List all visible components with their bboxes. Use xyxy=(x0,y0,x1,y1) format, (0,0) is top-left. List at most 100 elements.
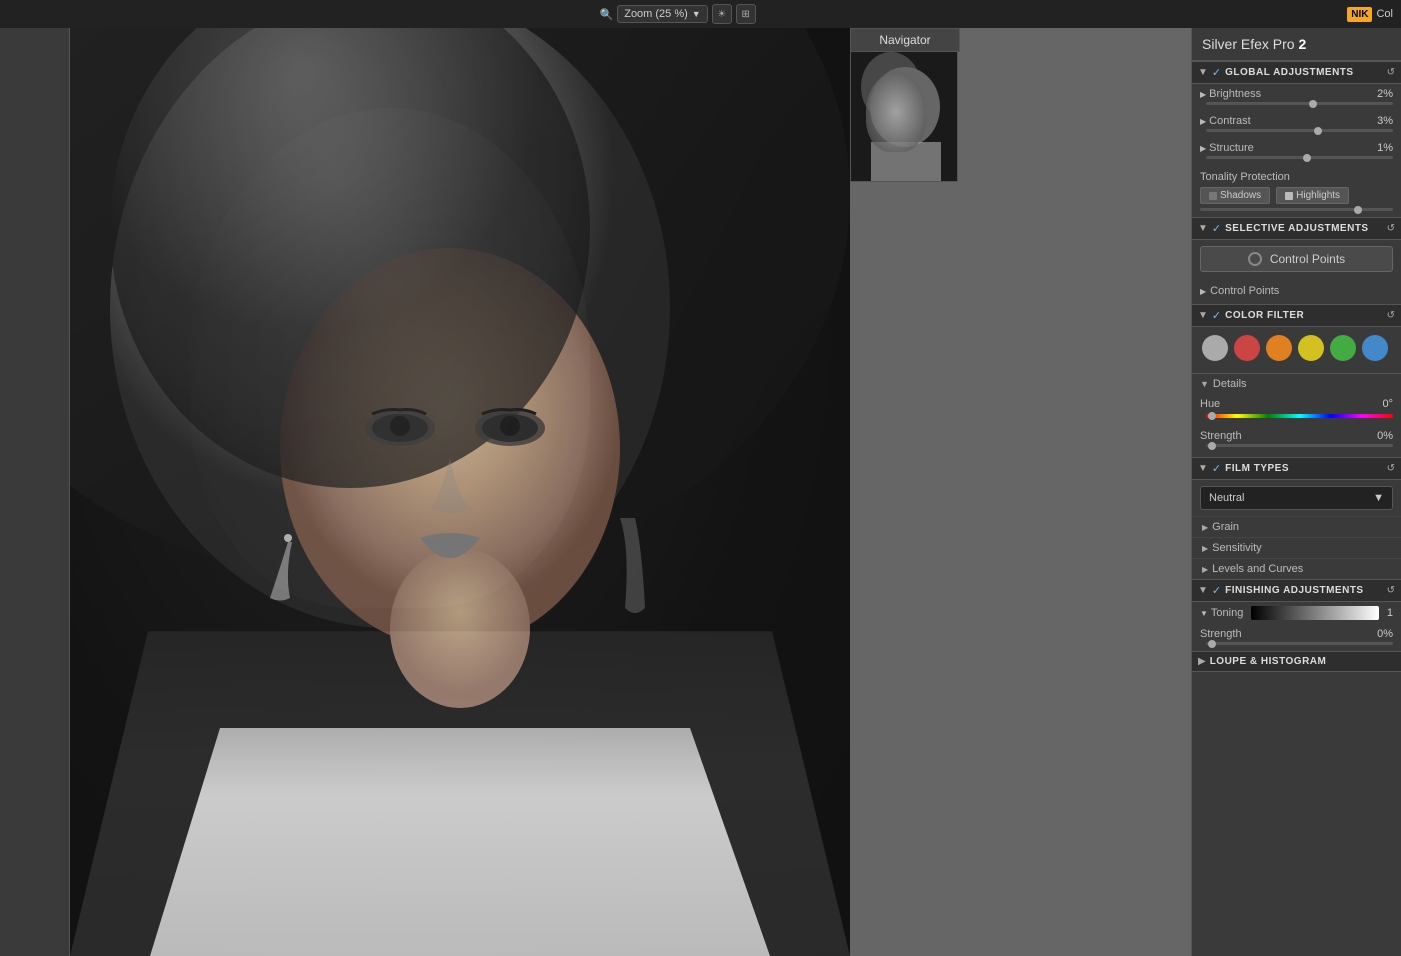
finishing-adjustments-header[interactable]: ▼ ✓ FINISHING ADJUSTMENTS ↺ xyxy=(1192,579,1401,602)
highlights-button[interactable]: Highlights xyxy=(1276,187,1349,204)
toning-strength-slider-thumb[interactable] xyxy=(1208,640,1216,648)
canvas-image xyxy=(70,28,850,956)
top-bar-right: NIK Col xyxy=(1347,7,1393,22)
sensitivity-expand-tri: ▶ xyxy=(1202,544,1208,553)
structure-slider-track[interactable] xyxy=(1206,156,1393,159)
main-layout: Navigator Silver Efex Pro 2 ▼ ✓ GLOBAL A… xyxy=(0,28,1401,956)
strength-slider-thumb[interactable] xyxy=(1208,442,1216,450)
navigator-panel: Navigator xyxy=(850,28,960,182)
sensitivity-expand-row[interactable]: ▶ Sensitivity xyxy=(1192,537,1401,558)
hue-slider-container xyxy=(1192,410,1401,426)
levels-curves-label: Levels and Curves xyxy=(1212,563,1303,575)
zoom-box[interactable]: Zoom (25 %) ▼ xyxy=(617,5,708,23)
film-type-selected: Neutral xyxy=(1209,492,1244,504)
levels-curves-expand-tri: ▶ xyxy=(1202,565,1208,574)
shadows-button[interactable]: Shadows xyxy=(1200,187,1270,204)
zoom-label: Zoom (25 %) xyxy=(624,8,688,20)
cp-expand-tri: ▶ xyxy=(1200,287,1206,296)
brightness-slider-container xyxy=(1192,100,1401,111)
control-points-expand: ▶ Control Points xyxy=(1192,278,1401,304)
cp-expand-label: Control Points xyxy=(1210,285,1279,297)
grain-expand-tri: ▶ xyxy=(1202,523,1208,532)
global-collapse-arrow: ▼ xyxy=(1198,67,1208,78)
contrast-slider-container xyxy=(1192,127,1401,138)
control-points-btn-label: Control Points xyxy=(1270,252,1345,266)
navigator-thumbnail xyxy=(850,52,958,182)
film-type-dropdown[interactable]: Neutral ▼ xyxy=(1200,486,1393,510)
toning-value: 1 xyxy=(1387,607,1393,619)
shadows-dot xyxy=(1209,192,1217,200)
toning-gradient-preview xyxy=(1251,606,1379,620)
structure-value: 1% xyxy=(1365,142,1393,154)
finishing-check-icon[interactable]: ✓ xyxy=(1212,584,1221,597)
swatch-yellow[interactable] xyxy=(1298,335,1324,361)
swatch-green[interactable] xyxy=(1330,335,1356,361)
film-types-collapse-arrow: ▼ xyxy=(1198,463,1208,474)
toning-strength-slider-track[interactable] xyxy=(1206,642,1393,645)
zoom-fit-button[interactable]: ☀ xyxy=(712,4,732,24)
details-arrow-icon: ▼ xyxy=(1200,379,1209,389)
brightness-row: ▶ Brightness 2% xyxy=(1192,84,1401,100)
grain-expand-row[interactable]: ▶ Grain xyxy=(1192,516,1401,537)
contrast-label: ▶ Contrast xyxy=(1200,115,1270,127)
structure-tri: ▶ xyxy=(1200,144,1206,153)
film-types-check-icon[interactable]: ✓ xyxy=(1212,462,1221,475)
add-control-point-button[interactable]: Control Points xyxy=(1200,246,1393,272)
details-section: ▼ Details Hue 0° Strength 0% xyxy=(1192,369,1401,457)
contrast-slider-thumb[interactable] xyxy=(1314,127,1322,135)
toning-strength-value: 0% xyxy=(1365,628,1393,640)
swatch-neutral[interactable] xyxy=(1202,335,1228,361)
right-panel: Silver Efex Pro 2 ▼ ✓ GLOBAL ADJUSTMENTS… xyxy=(1191,28,1401,956)
strength-value: 0% xyxy=(1365,430,1393,442)
color-filter-reset-button[interactable]: ↺ xyxy=(1387,310,1395,321)
film-types-header[interactable]: ▼ ✓ FILM TYPES ↺ xyxy=(1192,457,1401,480)
strength-slider-track[interactable] xyxy=(1206,444,1393,447)
hue-slider-thumb[interactable] xyxy=(1208,412,1216,420)
film-types-reset-button[interactable]: ↺ xyxy=(1387,463,1395,474)
control-points-expand-row[interactable]: ▶ Control Points xyxy=(1200,282,1393,300)
color-filter-collapse-arrow: ▼ xyxy=(1198,310,1208,321)
highlights-dot xyxy=(1285,192,1293,200)
swatch-orange[interactable] xyxy=(1266,335,1292,361)
loupe-histogram-header[interactable]: ▶ LOUPE & HISTOGRAM xyxy=(1192,651,1401,672)
global-adjustments-header[interactable]: ▼ ✓ GLOBAL ADJUSTMENTS ↺ xyxy=(1192,61,1401,84)
levels-curves-expand-row[interactable]: ▶ Levels and Curves xyxy=(1192,558,1401,579)
brightness-slider-thumb[interactable] xyxy=(1309,100,1317,108)
navigator-title: Navigator xyxy=(850,28,960,52)
chevron-down-icon[interactable]: ▼ xyxy=(692,9,701,19)
hue-slider-track[interactable] xyxy=(1206,414,1393,418)
shadows-label: Shadows xyxy=(1220,190,1261,201)
contrast-slider-track[interactable] xyxy=(1206,129,1393,132)
global-check-icon[interactable]: ✓ xyxy=(1212,66,1221,79)
details-label: Details xyxy=(1213,378,1247,390)
search-icon: 🔍 xyxy=(600,8,614,21)
toning-label: ▼ Toning xyxy=(1200,607,1243,619)
toning-strength-label: Strength xyxy=(1200,628,1270,640)
hue-row: Hue 0° xyxy=(1192,394,1401,410)
global-reset-button[interactable]: ↺ xyxy=(1387,67,1395,78)
tonality-thumb[interactable] xyxy=(1354,206,1362,214)
details-header[interactable]: ▼ Details xyxy=(1192,373,1401,394)
highlights-label: Highlights xyxy=(1296,190,1340,201)
brightness-slider-track[interactable] xyxy=(1206,102,1393,105)
color-filter-check-icon[interactable]: ✓ xyxy=(1212,309,1221,322)
structure-label: ▶ Structure xyxy=(1200,142,1270,154)
selective-reset-button[interactable]: ↺ xyxy=(1387,223,1395,234)
tonality-protection-section: Tonality Protection Shadows Highlights xyxy=(1192,165,1401,217)
zoom-control[interactable]: 🔍 Zoom (25 %) ▼ ☀ ⊞ xyxy=(600,4,756,24)
selective-adjustments-header[interactable]: ▼ ✓ SELECTIVE ADJUSTMENTS ↺ xyxy=(1192,217,1401,240)
contrast-row: ▶ Contrast 3% xyxy=(1192,111,1401,127)
global-section-label: GLOBAL ADJUSTMENTS xyxy=(1225,67,1382,78)
selective-section-label: SELECTIVE ADJUSTMENTS xyxy=(1225,223,1382,234)
tonality-slider[interactable] xyxy=(1200,208,1393,211)
color-filter-header[interactable]: ▼ ✓ COLOR FILTER ↺ xyxy=(1192,304,1401,327)
swatch-red[interactable] xyxy=(1234,335,1260,361)
selective-check-icon[interactable]: ✓ xyxy=(1212,222,1221,235)
swatch-blue[interactable] xyxy=(1362,335,1388,361)
selective-collapse-arrow: ▼ xyxy=(1198,223,1208,234)
control-point-circle-icon xyxy=(1248,252,1262,266)
strength-label: Strength xyxy=(1200,430,1270,442)
finishing-reset-button[interactable]: ↺ xyxy=(1387,585,1395,596)
zoom-fill-button[interactable]: ⊞ xyxy=(736,4,756,24)
structure-slider-thumb[interactable] xyxy=(1303,154,1311,162)
